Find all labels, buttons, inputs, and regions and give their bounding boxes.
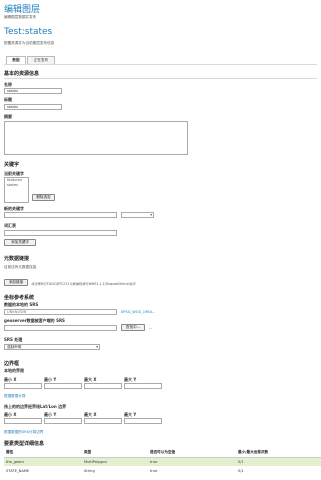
compute-from-data-link[interactable]: 根据数据计算	[4, 394, 26, 399]
native-minx-input[interactable]	[4, 383, 42, 389]
table-header-row: 属性 类型 是否可以为空值 最小/最大出现次数	[4, 449, 321, 458]
page-title: 编辑图层	[4, 5, 41, 15]
section-basic-title: 基本的资源信息	[4, 71, 40, 77]
table-row[interactable]: the_geom MultiPolygon true 0/1	[4, 457, 321, 466]
tab-publishing[interactable]: 正在发布	[27, 56, 55, 64]
title-field[interactable]: states	[4, 104, 62, 110]
column-header: 是否可以为空值	[148, 449, 236, 458]
cell-nillable: true	[150, 468, 158, 473]
column-header: 最小/最大出现次数	[236, 449, 321, 458]
native-maxy-input[interactable]	[124, 383, 162, 389]
keyword-vocab-select[interactable]: ▾	[121, 212, 154, 218]
title-label: 标题	[4, 97, 12, 102]
compute-from-native-link[interactable]: 根据数据的SRS计算边界	[4, 430, 43, 435]
chevron-down-icon: ▾	[150, 213, 152, 217]
latlon-miny-input[interactable]	[44, 418, 82, 424]
section-keywords-title: 关键字	[4, 162, 20, 168]
native-srs-field[interactable]: UNKNOWN	[4, 309, 117, 315]
srs-handling-value: 强制声明	[7, 345, 22, 349]
layer-description: 配置资源并为当前图层发布信息	[4, 41, 55, 45]
tab-data[interactable]: 数据	[6, 56, 26, 64]
srs-handling-select[interactable]: 强制声明 ▾	[4, 344, 100, 350]
cell-attr: the_geom	[4, 457, 82, 466]
cell-type: MultiPolygon	[82, 457, 148, 466]
section-divider	[4, 78, 317, 79]
declared-srs-input[interactable]	[4, 325, 117, 331]
page-subtitle: 编辑图层数据并发布	[4, 15, 37, 19]
native-maxx-input[interactable]	[84, 383, 122, 389]
add-link-button[interactable]: 添加链接	[4, 279, 28, 286]
native-srs-link[interactable]: EPSG_WGS_1984...	[121, 310, 155, 314]
keyword-item[interactable]: states	[7, 183, 28, 188]
section-bbox-title: 边界框	[4, 361, 20, 367]
latlon-minx-input[interactable]	[4, 418, 42, 424]
latlon-bbox-label: 纬上的的边界经界线Lat/Lon 边界	[4, 404, 67, 409]
table-row[interactable]: STATE_NAME String true 0/1	[4, 466, 321, 475]
abstract-label: 摘要	[4, 114, 12, 119]
cell-nillable: true	[148, 457, 236, 466]
new-keyword-input[interactable]	[4, 212, 117, 218]
latlon-maxy-input[interactable]	[124, 418, 162, 424]
vocabulary-label: 词汇表	[4, 223, 16, 228]
find-srs-button[interactable]: 查找中...	[121, 324, 145, 331]
cell-attr: STATE_NAME	[6, 468, 30, 473]
cell-occurs: 0/1	[238, 468, 244, 473]
feature-type-table: 属性 类型 是否可以为空值 最小/最大出现次数 the_geom MultiPo…	[4, 449, 321, 475]
vocabulary-input[interactable]	[4, 230, 117, 236]
layer-name: Test:states	[4, 27, 53, 37]
remove-selected-button[interactable]: 删除选定	[32, 194, 55, 201]
metadata-empty-text: 目前还有元数据连接	[4, 265, 37, 269]
srs-ellipsis: ...	[149, 326, 153, 330]
column-header: 属性	[4, 449, 82, 458]
column-header: 类型	[82, 449, 148, 458]
metadata-note: 请注意现在FGDC和TC211元数据链接在WMS1.1.1的capabiliti…	[31, 282, 136, 286]
declared-srs-label: geoserver数据被客户端的 SRS	[4, 318, 65, 323]
native-miny-input[interactable]	[44, 383, 82, 389]
cell-occurs: 0/1	[236, 457, 321, 466]
name-field[interactable]: states	[4, 88, 62, 94]
chevron-down-icon: ▾	[96, 345, 98, 349]
current-keywords-list[interactable]: features states	[4, 177, 29, 203]
section-metadata-title: 元数据链接	[4, 256, 30, 262]
add-keyword-button[interactable]: 添加关键字	[4, 239, 36, 246]
latlon-maxx-input[interactable]	[84, 418, 122, 424]
abstract-textarea[interactable]	[4, 121, 188, 155]
section-crs-title: 坐标参考系统	[4, 295, 35, 301]
section-featuretype-title: 要素类型详细信息	[4, 441, 45, 447]
srs-handling-label: SRS 处理	[4, 337, 23, 342]
tab-divider	[4, 64, 317, 65]
cell-type: String	[84, 468, 95, 473]
native-srs-label: 数据的本地的 SRS	[4, 302, 39, 307]
native-bbox-label: 本地的界限	[4, 368, 24, 373]
